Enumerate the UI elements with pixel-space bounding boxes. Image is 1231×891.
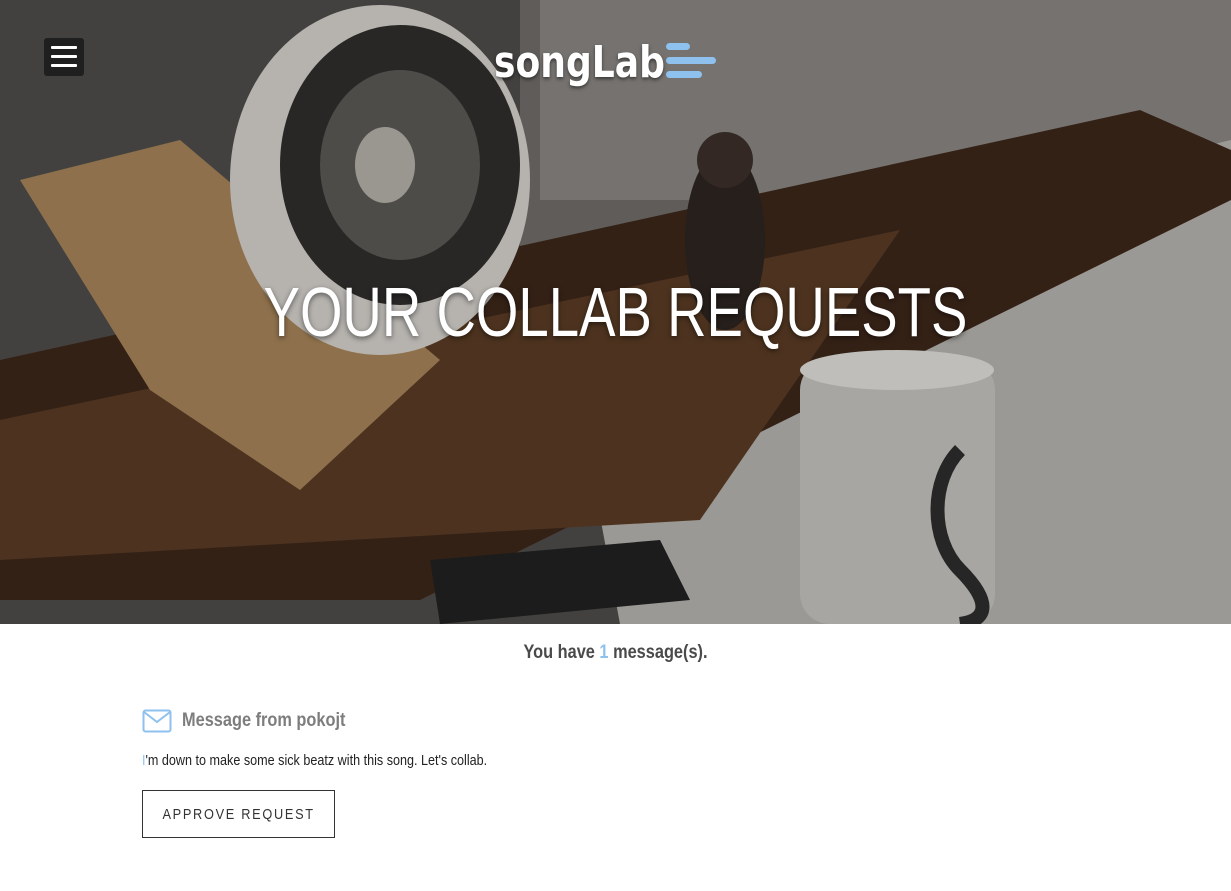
message-count-summary: You have 1 message(s). bbox=[86, 642, 1145, 664]
message-title: Message from pokojt bbox=[182, 710, 346, 731]
equalizer-lines-icon bbox=[666, 43, 716, 78]
message-count-prefix: You have bbox=[523, 642, 595, 663]
message-body: I'm down to make some sick beatz with th… bbox=[142, 752, 898, 769]
message-count-suffix: message(s). bbox=[613, 642, 708, 663]
hero-banner: songLab YOUR COLLAB REQUESTS bbox=[0, 0, 1231, 624]
hamburger-menu-icon bbox=[51, 46, 77, 49]
page-title: YOUR COLLAB REQUESTS bbox=[263, 273, 968, 351]
brand-logo[interactable]: songLab bbox=[494, 32, 716, 92]
hamburger-menu-button[interactable] bbox=[44, 38, 84, 76]
envelope-icon bbox=[142, 709, 172, 733]
message-body-text: 'm down to make some sick beatz with thi… bbox=[145, 752, 488, 769]
approve-request-label: APPROVE REQUEST bbox=[162, 805, 315, 823]
message-count-number: 1 bbox=[599, 642, 609, 663]
message-header: Message from pokojt bbox=[142, 706, 1042, 736]
brand-logo-text: songLab bbox=[494, 36, 665, 88]
approve-request-button[interactable]: APPROVE REQUEST bbox=[142, 790, 335, 838]
collab-request-message: Message from pokojt I'm down to make som… bbox=[142, 706, 1042, 838]
